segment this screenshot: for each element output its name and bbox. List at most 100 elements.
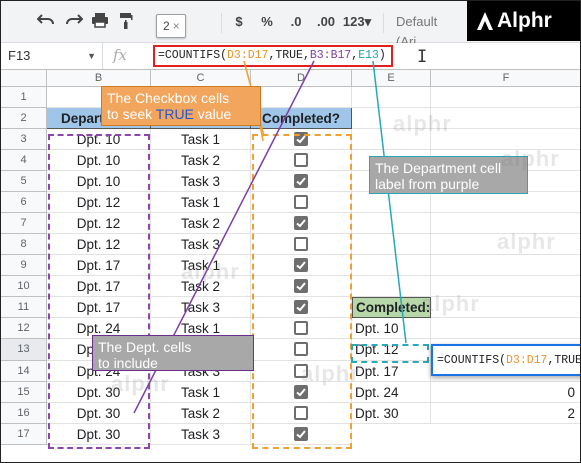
select-all-corner[interactable]: [1, 70, 47, 87]
task-cell[interactable]: Task 3: [151, 297, 251, 319]
undo-icon[interactable]: [37, 12, 57, 32]
completed-cell[interactable]: [251, 129, 352, 151]
summary-header[interactable]: Completed:: [352, 297, 431, 319]
cell[interactable]: [431, 255, 580, 277]
cell[interactable]: [431, 108, 580, 130]
checkbox-unchecked[interactable]: [294, 321, 308, 336]
summary-label-cell[interactable]: Dpt. 10: [352, 318, 431, 340]
completed-cell[interactable]: [251, 213, 352, 235]
checkbox-checked[interactable]: [294, 426, 308, 441]
cell[interactable]: [251, 87, 352, 109]
name-box[interactable]: F13 ▼: [1, 43, 103, 69]
cell[interactable]: [431, 87, 580, 109]
redo-icon[interactable]: [65, 12, 85, 32]
completed-cell[interactable]: [251, 297, 352, 319]
department-cell[interactable]: Dpt. 12: [47, 192, 151, 214]
chevron-down-icon[interactable]: ▼: [87, 43, 96, 69]
summary-label-cell[interactable]: Dpt. 17: [352, 360, 431, 382]
task-cell[interactable]: Task 2: [151, 213, 251, 235]
row-header-17[interactable]: 17: [1, 423, 47, 445]
cell[interactable]: [352, 87, 431, 109]
task-cell[interactable]: Task 3: [151, 423, 251, 445]
task-cell[interactable]: Task 1: [151, 255, 251, 277]
row-header-7[interactable]: 7: [1, 213, 47, 235]
checkbox-checked[interactable]: [294, 384, 308, 399]
task-cell[interactable]: Task 1: [151, 129, 251, 151]
completed-cell[interactable]: [251, 276, 352, 298]
formula-input[interactable]: =COUNTIFS(D3:D17,TRUE,B3:B17,E13): [153, 45, 393, 67]
cell[interactable]: [431, 234, 580, 256]
department-cell[interactable]: Dpt. 12: [47, 213, 151, 235]
summary-value-cell[interactable]: [431, 318, 580, 340]
department-cell[interactable]: Dpt. 30: [47, 402, 151, 424]
checkbox-unchecked[interactable]: [294, 342, 308, 357]
completed-cell[interactable]: [251, 255, 352, 277]
cell[interactable]: [352, 213, 431, 235]
column-header-f[interactable]: F: [431, 70, 580, 87]
completed-cell[interactable]: [251, 150, 352, 172]
column-header-d[interactable]: D: [251, 70, 352, 87]
header-completed[interactable]: Completed?: [251, 108, 352, 130]
checkbox-unchecked[interactable]: [294, 405, 308, 420]
summary-label-cell[interactable]: Dpt. 30: [352, 402, 431, 424]
row-header-4[interactable]: 4: [1, 150, 47, 172]
checkbox-checked[interactable]: [294, 300, 308, 315]
cell[interactable]: [431, 213, 580, 235]
checkbox-checked[interactable]: [294, 258, 308, 273]
department-cell[interactable]: Dpt. 30: [47, 423, 151, 445]
zoom-control[interactable]: 2 ×: [156, 14, 186, 38]
number-format-dropdown[interactable]: 123▾: [341, 12, 373, 32]
task-cell[interactable]: Task 2: [151, 402, 251, 424]
department-cell[interactable]: Dpt. 17: [47, 255, 151, 277]
percent-format-button[interactable]: %: [258, 12, 276, 32]
cell[interactable]: [352, 276, 431, 298]
completed-cell[interactable]: [251, 360, 352, 382]
cell[interactable]: [352, 129, 431, 151]
currency-format-button[interactable]: $: [231, 12, 247, 32]
row-header-16[interactable]: 16: [1, 402, 47, 424]
completed-cell[interactable]: [251, 381, 352, 403]
checkbox-unchecked[interactable]: [294, 153, 308, 168]
task-cell[interactable]: Task 1: [151, 192, 251, 214]
summary-label-cell[interactable]: Dpt. 24: [352, 381, 431, 403]
department-cell[interactable]: Dpt. 17: [47, 276, 151, 298]
task-cell[interactable]: Task 2: [151, 150, 251, 172]
column-header-e[interactable]: E: [352, 70, 431, 87]
department-cell[interactable]: Dpt. 12: [47, 234, 151, 256]
cell[interactable]: [431, 276, 580, 298]
checkbox-unchecked[interactable]: [294, 237, 308, 252]
task-cell[interactable]: Task 1: [151, 381, 251, 403]
completed-cell[interactable]: [251, 339, 352, 361]
task-cell[interactable]: Task 3: [151, 234, 251, 256]
department-cell[interactable]: Dpt. 10: [47, 150, 151, 172]
paint-format-icon[interactable]: [119, 12, 137, 32]
checkbox-unchecked[interactable]: [294, 363, 308, 378]
row-header-5[interactable]: 5: [1, 171, 47, 193]
decrease-decimal-button[interactable]: .0: [284, 12, 308, 32]
zoom-close-icon[interactable]: ×: [173, 19, 180, 33]
task-cell[interactable]: Task 2: [151, 276, 251, 298]
department-cell[interactable]: Dpt. 17: [47, 297, 151, 319]
completed-cell[interactable]: [251, 171, 352, 193]
task-cell[interactable]: Task 3: [151, 171, 251, 193]
sheet-grid[interactable]: B C D E F 1 2 3 4 5 6 7 8 9 10 11 12 13 14 15 16 17 Department…: [1, 70, 580, 462]
checkbox-checked[interactable]: [294, 132, 308, 147]
formula-edit-popup[interactable]: =COUNTIFS(D3:D17,TRUE: [431, 344, 580, 376]
print-icon[interactable]: [91, 12, 111, 32]
row-header-2[interactable]: 2: [1, 108, 47, 130]
font-dropdown[interactable]: Default (Ari...: [396, 12, 466, 49]
department-cell[interactable]: Dpt. 10: [47, 129, 151, 151]
row-header-15[interactable]: 15: [1, 381, 47, 403]
increase-decimal-button[interactable]: .00: [313, 12, 339, 32]
row-header-9[interactable]: 9: [1, 255, 47, 277]
row-header-10[interactable]: 10: [1, 276, 47, 298]
department-cell[interactable]: Dpt. 10: [47, 171, 151, 193]
department-cell[interactable]: Dpt. 30: [47, 381, 151, 403]
completed-cell[interactable]: [251, 318, 352, 340]
cell[interactable]: [352, 234, 431, 256]
row-header-6[interactable]: 6: [1, 192, 47, 214]
cell[interactable]: [431, 129, 580, 151]
summary-value-cell[interactable]: 0: [431, 382, 580, 403]
cell[interactable]: [431, 192, 580, 214]
row-header-13[interactable]: 13: [1, 339, 47, 361]
